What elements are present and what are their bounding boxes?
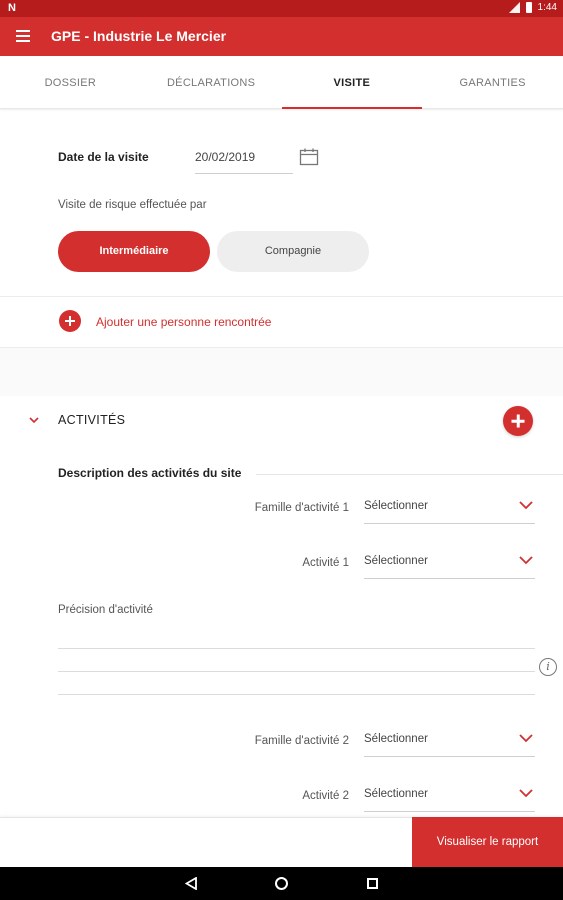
visit-date-label: Date de la visite [58, 150, 149, 164]
activity-2-label: Activité 2 [302, 790, 349, 802]
calendar-icon[interactable] [299, 148, 319, 166]
add-circle-icon [59, 310, 81, 332]
divider [256, 474, 563, 475]
info-icon[interactable]: i [539, 658, 557, 676]
visit-form: Date de la visite 20/02/2019 Visite de r… [0, 110, 563, 817]
notification-icon: N [8, 2, 16, 14]
precision-textarea-line[interactable] [58, 671, 535, 672]
activity-family-2-select[interactable]: Sélectionner [364, 731, 535, 757]
view-report-button[interactable]: Visualiser le rapport [412, 817, 563, 867]
performed-by-label: Visite de risque effectuée par [58, 199, 207, 211]
activities-section-title: ACTIVITÉS [58, 413, 126, 427]
tab-garanties[interactable]: GARANTIES [422, 56, 563, 108]
chevron-down-icon [519, 501, 533, 510]
activity-2-select[interactable]: Sélectionner [364, 786, 535, 812]
collapse-chevron-icon[interactable] [28, 415, 40, 425]
select-value: Sélectionner [364, 555, 428, 567]
activity-family-2-label: Famille d'activité 2 [254, 735, 349, 747]
select-value: Sélectionner [364, 733, 428, 745]
status-bar: N 1:44 [0, 0, 563, 17]
chevron-down-icon [519, 789, 533, 798]
tab-dossier[interactable]: DOSSIER [0, 56, 141, 108]
compagnie-toggle[interactable]: Compagnie [217, 231, 369, 272]
app-bar: GPE - Industrie Le Mercier [0, 17, 563, 56]
home-icon[interactable] [275, 877, 288, 890]
precision-textarea-line[interactable] [58, 648, 535, 649]
back-icon[interactable] [185, 877, 197, 890]
activity-family-1-select[interactable]: Sélectionner [364, 498, 535, 524]
activity-family-1-label: Famille d'activité 1 [254, 502, 349, 514]
select-value: Sélectionner [364, 788, 428, 800]
visit-date-input[interactable]: 20/02/2019 [195, 148, 293, 174]
chevron-down-icon [519, 556, 533, 565]
status-time: 1:44 [537, 2, 557, 13]
tab-visite[interactable]: VISITE [281, 56, 423, 109]
status-icons: 1:44 [508, 2, 557, 13]
menu-icon[interactable] [16, 30, 30, 42]
tab-declarations[interactable]: DÉCLARATIONS [141, 56, 282, 108]
add-person-label: Ajouter une personne rencontrée [96, 315, 272, 329]
add-person-button[interactable]: Ajouter une personne rencontrée [0, 297, 563, 347]
precision-textarea-line[interactable] [58, 694, 535, 695]
battery-icon [525, 2, 532, 13]
activity-precision-label: Précision d'activité [58, 604, 153, 616]
chevron-down-icon [519, 734, 533, 743]
activities-description-title: Description des activités du site [58, 466, 242, 480]
signal-icon [508, 2, 520, 13]
activity-1-select[interactable]: Sélectionner [364, 553, 535, 579]
section-gap [0, 348, 563, 396]
activity-1-label: Activité 1 [302, 557, 349, 569]
recent-apps-icon[interactable] [367, 878, 378, 889]
app-title: GPE - Industrie Le Mercier [51, 28, 227, 44]
add-activity-button[interactable] [503, 406, 533, 436]
intermediaire-toggle[interactable]: Intermédiaire [58, 231, 210, 272]
select-value: Sélectionner [364, 500, 428, 512]
tab-bar: DOSSIER DÉCLARATIONS VISITE GARANTIES [0, 56, 563, 109]
system-nav-bar [0, 867, 563, 900]
